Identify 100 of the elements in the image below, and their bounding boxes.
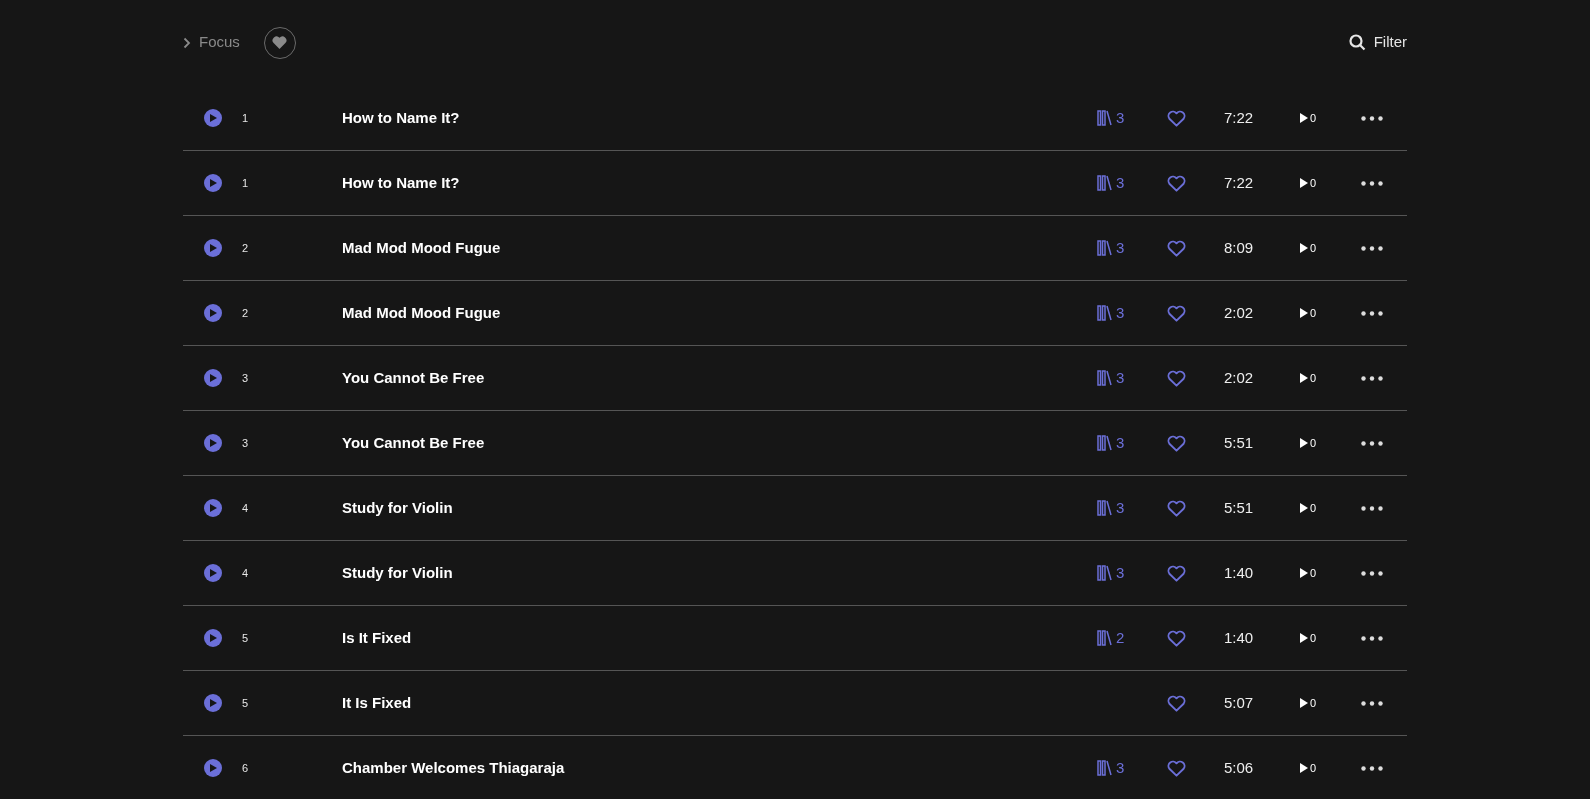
filter-button[interactable]: Filter <box>1348 31 1407 54</box>
play-count: 0 <box>1309 175 1316 191</box>
heart-icon[interactable] <box>1166 694 1186 712</box>
play-button[interactable] <box>204 759 222 777</box>
library-icon <box>1096 435 1112 451</box>
library-icon <box>1096 565 1112 581</box>
library-count: 3 <box>1115 757 1125 778</box>
more-icon[interactable] <box>1361 245 1383 251</box>
track-duration: 2:02 <box>1223 302 1255 323</box>
play-icon <box>1299 568 1308 578</box>
more-icon[interactable] <box>1361 635 1383 641</box>
more-icon[interactable] <box>1361 375 1383 381</box>
library-count: 3 <box>1115 367 1125 388</box>
play-icon <box>1299 633 1308 643</box>
play-count: 0 <box>1309 630 1316 646</box>
heart-icon[interactable] <box>1166 499 1186 517</box>
play-button[interactable] <box>204 564 222 582</box>
play-button[interactable] <box>204 629 222 647</box>
search-icon <box>1348 34 1366 51</box>
track-title: How to Name It? <box>342 107 460 128</box>
play-icon <box>209 439 217 447</box>
play-icon <box>1299 373 1308 383</box>
play-count: 0 <box>1309 565 1316 581</box>
track-duration: 1:40 <box>1223 562 1255 583</box>
play-button[interactable] <box>204 694 222 712</box>
play-button[interactable] <box>204 434 222 452</box>
more-icon[interactable] <box>1361 115 1383 121</box>
heart-icon[interactable] <box>1166 304 1186 322</box>
play-icon <box>1299 178 1308 188</box>
track-number: 5 <box>242 630 250 646</box>
play-icon <box>209 114 217 122</box>
heart-icon[interactable] <box>1166 759 1186 777</box>
heart-icon[interactable] <box>1166 109 1186 127</box>
track-duration: 5:51 <box>1223 497 1255 518</box>
play-count: 0 <box>1309 370 1316 386</box>
focus-toggle[interactable]: Focus <box>183 31 240 54</box>
heart-icon[interactable] <box>1166 564 1186 582</box>
heart-icon[interactable] <box>1166 239 1186 257</box>
more-icon[interactable] <box>1361 310 1383 316</box>
track-title: Mad Mod Mood Fugue <box>342 302 501 323</box>
play-button[interactable] <box>204 109 222 127</box>
play-button[interactable] <box>204 239 222 257</box>
more-icon[interactable] <box>1361 700 1383 706</box>
play-count: 0 <box>1309 110 1316 126</box>
track-title: Chamber Welcomes Thiagaraja <box>342 757 565 778</box>
play-icon <box>209 634 217 642</box>
library-count: 3 <box>1115 237 1125 258</box>
heart-icon[interactable] <box>1166 174 1186 192</box>
play-count: 0 <box>1309 305 1316 321</box>
library-icon <box>1096 630 1112 646</box>
play-icon <box>1299 698 1308 708</box>
play-icon <box>209 374 217 382</box>
play-icon <box>1299 308 1308 318</box>
library-count: 3 <box>1115 562 1125 583</box>
track-number: 4 <box>242 565 250 581</box>
track-duration: 5:51 <box>1223 432 1255 453</box>
track-duration: 1:40 <box>1223 627 1255 648</box>
play-icon <box>209 244 217 252</box>
play-button[interactable] <box>204 499 222 517</box>
more-icon[interactable] <box>1361 570 1383 576</box>
track-title: Mad Mod Mood Fugue <box>342 237 501 258</box>
heart-icon <box>272 36 288 49</box>
track-duration: 5:07 <box>1223 692 1255 713</box>
track-title: Is It Fixed <box>342 627 412 648</box>
track-title: You Cannot Be Free <box>342 367 485 388</box>
heart-icon[interactable] <box>1166 434 1186 452</box>
play-count: 0 <box>1309 695 1316 711</box>
play-icon <box>1299 503 1308 513</box>
heart-icon[interactable] <box>1166 629 1186 647</box>
library-count: 2 <box>1115 627 1125 648</box>
track-number: 2 <box>242 305 250 321</box>
play-icon <box>209 699 217 707</box>
heart-icon[interactable] <box>1166 369 1186 387</box>
play-button[interactable] <box>204 174 222 192</box>
track-duration: 7:22 <box>1223 107 1255 128</box>
track-number: 2 <box>242 240 250 256</box>
play-count: 0 <box>1309 760 1316 776</box>
library-icon <box>1096 760 1112 776</box>
play-icon <box>1299 243 1308 253</box>
more-icon[interactable] <box>1361 765 1383 771</box>
track-number: 6 <box>242 760 250 776</box>
play-icon <box>209 764 217 772</box>
play-button[interactable] <box>204 369 222 387</box>
more-icon[interactable] <box>1361 440 1383 446</box>
library-icon <box>1096 110 1112 126</box>
play-count: 0 <box>1309 240 1316 256</box>
play-icon <box>1299 113 1308 123</box>
play-icon <box>1299 763 1308 773</box>
more-icon[interactable] <box>1361 180 1383 186</box>
play-icon <box>209 179 217 187</box>
library-icon <box>1096 500 1112 516</box>
more-icon[interactable] <box>1361 505 1383 511</box>
play-button[interactable] <box>204 304 222 322</box>
track-duration: 5:06 <box>1223 757 1255 778</box>
library-count: 3 <box>1115 497 1125 518</box>
library-icon <box>1096 370 1112 386</box>
track-number: 1 <box>242 110 250 126</box>
track-number: 1 <box>242 175 250 191</box>
play-icon <box>1299 438 1308 448</box>
track-title: It Is Fixed <box>342 692 412 713</box>
